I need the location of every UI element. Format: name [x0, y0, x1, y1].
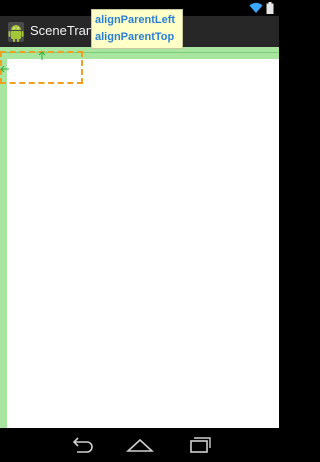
wifi-icon — [249, 2, 263, 14]
back-icon[interactable] — [67, 435, 95, 455]
battery-icon — [266, 2, 274, 14]
arrow-up-icon — [38, 51, 46, 60]
device-screen: SceneTran alignParentLeft alignParentTop — [0, 0, 279, 462]
recents-icon[interactable] — [185, 435, 213, 455]
android-robot-icon — [8, 22, 24, 42]
app-title: SceneTran — [30, 23, 94, 38]
tooltip-align-top: alignParentTop — [95, 31, 175, 43]
navigation-bar — [0, 428, 279, 462]
arrow-left-icon — [0, 65, 9, 73]
content-area — [7, 59, 279, 428]
tooltip-align-left: alignParentLeft — [95, 14, 176, 26]
home-icon[interactable] — [126, 435, 154, 455]
alignment-tooltip: alignParentLeft alignParentTop — [91, 9, 183, 49]
